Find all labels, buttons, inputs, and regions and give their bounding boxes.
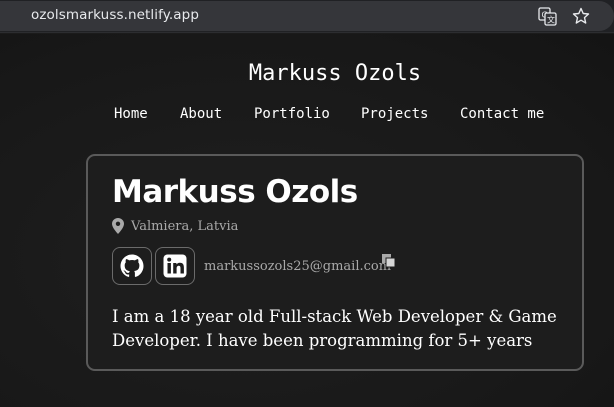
nav-portfolio[interactable]: Portfolio xyxy=(254,106,330,122)
main-nav: Home About Portfolio Projects Contact me xyxy=(0,106,614,126)
location-pin-icon xyxy=(112,218,124,234)
profile-name: Markuss Ozols xyxy=(112,174,358,210)
nav-projects[interactable]: Projects xyxy=(361,106,428,122)
github-button[interactable] xyxy=(112,247,152,285)
page: Markuss Ozols Home About Portfolio Proje… xyxy=(0,34,614,407)
profile-card: Markuss Ozols Valmiera, Latvia markussoz… xyxy=(86,154,584,371)
translate-icon[interactable]: G 文 xyxy=(538,7,557,26)
site-title: Markuss Ozols xyxy=(248,61,422,86)
star-icon[interactable] xyxy=(572,7,590,25)
linkedin-icon xyxy=(163,254,187,278)
github-icon xyxy=(120,254,144,277)
nav-contact-me[interactable]: Contact me xyxy=(460,106,544,122)
url-text[interactable]: ozolsmarkuss.netlify.app xyxy=(31,7,199,23)
email-text[interactable]: markussozols25@gmail.com xyxy=(204,259,391,274)
bio-text: I am a 18 year old Full-stack Web Develo… xyxy=(112,307,557,350)
linkedin-button[interactable] xyxy=(155,247,195,285)
nav-about[interactable]: About xyxy=(180,106,222,122)
browser-address-bar: ozolsmarkuss.netlify.app G 文 xyxy=(0,0,614,33)
location-text: Valmiera, Latvia xyxy=(131,219,239,234)
nav-home[interactable]: Home xyxy=(114,106,148,122)
copy-icon[interactable] xyxy=(381,253,397,269)
svg-text:文: 文 xyxy=(547,15,555,25)
